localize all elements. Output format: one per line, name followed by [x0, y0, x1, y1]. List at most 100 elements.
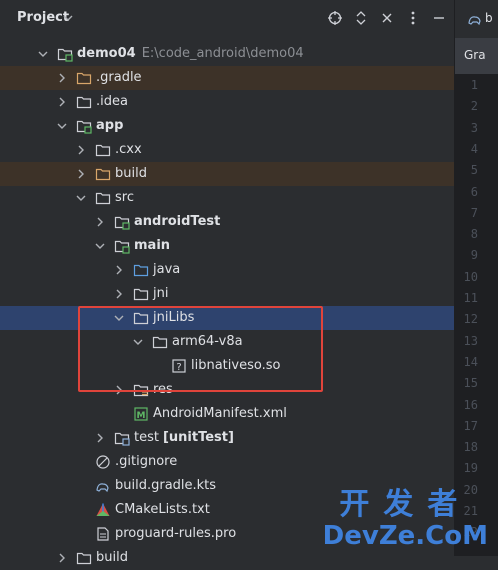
chevron-right-icon[interactable]: [94, 216, 106, 228]
gradle-file-icon: [96, 483, 109, 493]
tree-item-label: .idea: [96, 94, 128, 109]
tree-item[interactable]: .idea: [0, 90, 454, 114]
tree-item-label: main: [134, 238, 170, 253]
tree-item-label: androidTest: [134, 214, 220, 229]
folder-module-icon: [57, 48, 73, 62]
folder-java-source-icon: [133, 264, 149, 277]
folder-icon: [95, 192, 111, 205]
tree-item-name: androidTest: [134, 214, 221, 229]
tree-item[interactable]: androidTest: [0, 210, 454, 234]
tree-item[interactable]: demo04 E:\code_android\demo04: [0, 42, 454, 66]
chevron-down-icon[interactable]: [37, 48, 49, 60]
more-options-icon[interactable]: [405, 10, 421, 26]
line-number: 13: [463, 333, 478, 348]
chevron-down-icon[interactable]: [56, 120, 68, 132]
line-number: 17: [463, 418, 478, 433]
tree-item[interactable]: test [unitTest]: [0, 426, 454, 450]
chevron-right-icon[interactable]: [113, 288, 125, 300]
text-file-icon: [97, 527, 109, 541]
watermark-line1: 开发者: [339, 487, 472, 522]
line-number: 7: [470, 205, 478, 220]
panel-title[interactable]: Project: [17, 10, 69, 25]
chevron-right-icon[interactable]: [94, 432, 106, 444]
tree-item-label: demo04 E:\code_android\demo04: [77, 46, 304, 61]
chevron-right-icon[interactable]: [75, 144, 87, 156]
watermark-line2: DevZe.CoM: [322, 521, 488, 551]
editor-tab-label[interactable]: b: [485, 11, 493, 25]
line-number: 11: [463, 291, 478, 305]
folder-icon: [76, 552, 92, 565]
tree-item[interactable]: .gradle: [0, 66, 454, 90]
folder-icon: [76, 96, 92, 109]
tree-item-name: jni: [153, 286, 169, 301]
locate-icon[interactable]: [327, 10, 343, 26]
line-number: 3: [470, 120, 478, 135]
tree-item-label: test [unitTest]: [134, 430, 234, 445]
tree-item-label: build.gradle.kts: [115, 478, 216, 493]
editor-tab-secondary[interactable]: Gra: [455, 38, 498, 74]
folder-source-root-icon: [114, 240, 130, 254]
tree-item-label: proguard-rules.pro: [115, 526, 236, 541]
line-number: 6: [470, 184, 478, 199]
line-number: 15: [463, 376, 478, 391]
tree-item-name: test: [134, 430, 159, 445]
line-number: 12: [463, 312, 478, 327]
tree-item-path: E:\code_android\demo04: [141, 46, 304, 61]
chevron-right-icon[interactable]: [113, 264, 125, 276]
folder-test-icon: [114, 432, 130, 446]
tree-item-name: .idea: [96, 94, 128, 109]
line-number: 9: [470, 248, 478, 263]
chevron-right-icon[interactable]: [56, 72, 68, 84]
tree-item[interactable]: main: [0, 234, 454, 258]
gitignore-icon: [96, 455, 110, 469]
tree-item[interactable]: build: [0, 162, 454, 186]
folder-icon: [133, 288, 149, 301]
chevron-down-icon[interactable]: [94, 240, 106, 252]
close-icon[interactable]: [379, 10, 395, 26]
tree-item-label: src: [115, 190, 134, 205]
tree-item[interactable]: app: [0, 114, 454, 138]
chevron-right-icon[interactable]: [56, 96, 68, 108]
line-number: 2: [470, 99, 478, 114]
tree-item-name: build: [115, 166, 147, 181]
tree-item[interactable]: .gitignore: [0, 450, 454, 474]
line-number: 1: [470, 78, 478, 92]
tree-item[interactable]: jni: [0, 282, 454, 306]
chevron-right-icon[interactable]: [75, 168, 87, 180]
line-number: 16: [463, 397, 478, 412]
tree-item-label: .cxx: [115, 142, 142, 157]
chevron-down-icon[interactable]: [75, 192, 87, 204]
tree-item-name: build: [96, 550, 128, 565]
tree-item-label: jni: [153, 286, 168, 301]
tree-item-name: .gradle: [96, 70, 142, 85]
expand-collapse-icon[interactable]: [353, 10, 369, 26]
annotation-box: [78, 306, 323, 392]
editor-tab2-label: Gra: [464, 48, 486, 62]
gradle-file-icon: [468, 16, 481, 26]
tree-item-name: CMakeLists.txt: [115, 502, 210, 517]
tree-item[interactable]: src: [0, 186, 454, 210]
tree-item-suffix: [unitTest]: [162, 430, 234, 445]
line-number: 18: [463, 440, 478, 455]
tree-item[interactable]: M AndroidManifest.xml: [0, 402, 454, 426]
tree-item-label: build: [96, 550, 128, 565]
tree-item-name: main: [134, 238, 171, 253]
tree-item-name: app: [96, 118, 124, 133]
tree-item-name: java: [153, 262, 181, 277]
folder-excluded-icon: [76, 72, 92, 85]
project-panel-header: Project: [0, 0, 454, 38]
tree-item[interactable]: java: [0, 258, 454, 282]
minimize-icon[interactable]: [431, 10, 447, 26]
chevron-right-icon[interactable]: [56, 552, 68, 564]
tree-item-label: java: [153, 262, 180, 277]
line-number: 14: [463, 354, 478, 369]
editor-area: b Gra 1 2 3 4 5 6 7 8 9 10 11 12 13 14 15 16 17 18 19 20 21 2…: [455, 0, 498, 556]
tree-item[interactable]: .cxx: [0, 138, 454, 162]
tree-item-name: build.gradle.kts: [115, 478, 217, 493]
tree-item-label: build: [115, 166, 147, 181]
tree-item-name: AndroidManifest.xml: [153, 406, 287, 421]
tree-item-name: src: [115, 190, 134, 205]
tree-item-name: .gitignore: [115, 454, 178, 469]
chevron-down-icon[interactable]: [63, 13, 73, 23]
tree-item-label: .gitignore: [115, 454, 177, 469]
